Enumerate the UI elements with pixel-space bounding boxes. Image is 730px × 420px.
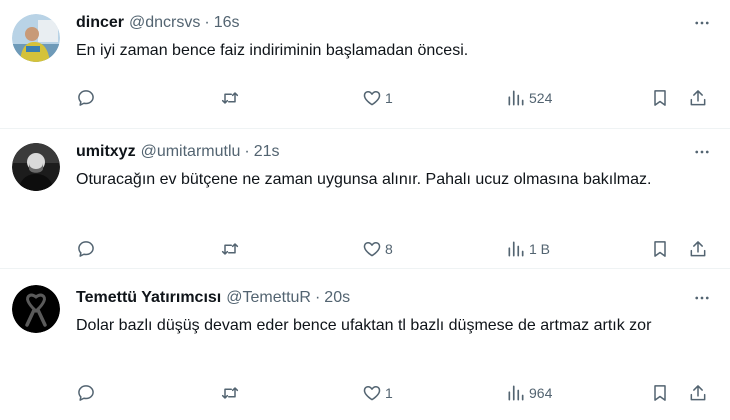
avatar[interactable]	[12, 143, 60, 191]
like-button[interactable]: 1	[362, 86, 393, 110]
heart-icon	[363, 91, 381, 106]
reply-icon	[78, 241, 94, 257]
tweet-text: En iyi zaman bence faiz indiriminin başl…	[76, 42, 469, 59]
tweet-feed: dincer @dncrsvs · 16s En iyi zaman bence…	[0, 0, 730, 420]
retweet-icon	[221, 243, 239, 255]
share-icon	[690, 241, 706, 257]
reply-button[interactable]	[76, 381, 99, 405]
action-bar: 1 964	[76, 381, 714, 405]
views-icon	[508, 90, 524, 106]
retweet-button[interactable]	[220, 86, 243, 110]
timestamp[interactable]: 20s	[324, 287, 350, 309]
more-icon[interactable]	[690, 141, 714, 163]
bookmark-button[interactable]	[650, 237, 670, 261]
tweet-text: Oturacağın ev bütçene ne zaman uygunsa a…	[76, 171, 652, 188]
action-bar: 1 524	[76, 86, 714, 110]
views-button[interactable]: 524	[506, 86, 552, 110]
display-name[interactable]: Temettü Yatırımcısı	[76, 287, 221, 309]
heart-icon	[363, 386, 381, 401]
user-handle[interactable]: @dncrsvs	[129, 12, 200, 34]
avatar[interactable]	[12, 14, 60, 62]
like-count: 1	[385, 385, 393, 401]
separator-dot: ·	[314, 289, 321, 306]
share-button[interactable]	[688, 86, 708, 110]
views-button[interactable]: 964	[506, 381, 552, 405]
more-icon[interactable]	[690, 12, 714, 34]
reply-button[interactable]	[76, 237, 99, 261]
timestamp[interactable]: 21s	[254, 141, 280, 163]
views-button[interactable]: 1 B	[506, 237, 550, 261]
like-button[interactable]: 8	[362, 237, 393, 261]
like-count: 1	[385, 90, 393, 106]
user-handle[interactable]: @TemettuR	[226, 287, 311, 309]
share-button[interactable]	[688, 237, 708, 261]
views-icon	[508, 385, 524, 401]
like-count: 8	[385, 241, 393, 257]
retweet-button[interactable]	[220, 237, 243, 261]
reply-icon	[78, 90, 94, 106]
view-count: 964	[529, 385, 553, 401]
user-handle[interactable]: @umitarmutlu	[141, 141, 241, 163]
reply-button[interactable]	[76, 86, 99, 110]
display-name[interactable]: dincer	[76, 12, 124, 34]
action-bar: 8 1 B	[76, 237, 714, 261]
view-count: 524	[529, 90, 553, 106]
view-count: 1 B	[529, 241, 551, 257]
separator-dot: ·	[244, 143, 250, 160]
bookmark-icon	[654, 241, 666, 257]
bookmark-icon	[654, 385, 666, 401]
like-button[interactable]: 1	[362, 381, 393, 405]
retweet-button[interactable]	[220, 381, 243, 405]
heart-icon	[363, 242, 381, 257]
bookmark-icon	[654, 90, 666, 106]
bookmark-button[interactable]	[650, 86, 670, 110]
tweet[interactable]: dincer @dncrsvs · 16s En iyi zaman bence…	[0, 0, 730, 128]
reply-icon	[78, 385, 94, 401]
retweet-icon	[221, 387, 239, 399]
views-icon	[508, 241, 524, 257]
tweet[interactable]: umitxyz @umitarmutlu · 21s Oturacağın ev…	[0, 128, 730, 268]
timestamp[interactable]: 16s	[214, 12, 240, 34]
display-name[interactable]: umitxyz	[76, 141, 136, 163]
bookmark-button[interactable]	[650, 381, 670, 405]
avatar[interactable]	[12, 285, 60, 333]
retweet-icon	[221, 92, 239, 104]
tweet[interactable]: Temettü Yatırımcısı @TemettuR · 20s Dola…	[0, 268, 730, 420]
tweet-text: Dolar bazlı düşüş devam eder bence ufakt…	[76, 317, 652, 334]
more-icon[interactable]	[690, 287, 714, 309]
separator-dot: ·	[204, 14, 210, 31]
share-icon	[690, 385, 706, 401]
share-button[interactable]	[688, 381, 708, 405]
share-icon	[690, 90, 706, 106]
